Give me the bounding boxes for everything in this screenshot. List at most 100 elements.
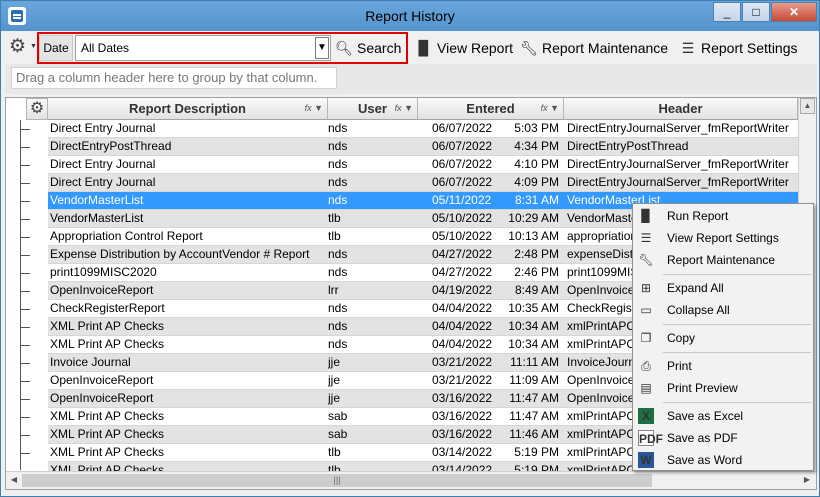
menu-item-save-as-pdf[interactable]: PDF Save as PDF <box>633 427 813 449</box>
entered-time: 11:47 AM <box>509 391 559 405</box>
entered-time: 8:49 AM <box>514 283 559 297</box>
wrench-icon: 🔧︎ <box>638 253 654 267</box>
tree-node-line <box>20 201 30 202</box>
entered-time: 11:09 AM <box>509 373 559 387</box>
tree-node-line <box>20 237 30 238</box>
document-icon: ▉ <box>418 40 430 56</box>
report-description-cell: OpenInvoiceReport <box>50 391 154 405</box>
header-cell: DirectEntryJournalServer_fmReportWriter <box>567 121 789 135</box>
entered-time: 10:34 AM <box>508 319 559 333</box>
report-settings-label: Report Settings <box>701 40 798 56</box>
group-by-panel[interactable]: Drag a column header here to group by th… <box>5 64 817 94</box>
close-button[interactable]: ✕ <box>771 2 817 22</box>
tree-node-line <box>20 309 30 310</box>
scroll-left-icon[interactable]: ◀ <box>7 474 21 487</box>
maximize-button[interactable]: □ <box>742 2 770 22</box>
report-maintenance-button[interactable]: 🔧︎ Report Maintenance <box>520 35 668 61</box>
report-settings-button[interactable]: ☰ Report Settings <box>679 35 798 61</box>
menu-item-save-as-excel[interactable]: X Save as Excel <box>633 405 813 427</box>
menu-item-report-maintenance[interactable]: 🔧︎ Report Maintenance <box>633 249 813 271</box>
collapse-icon: ▭ <box>640 303 652 317</box>
minimize-button[interactable]: _ <box>713 2 741 22</box>
search-icon: 🔍︎ <box>335 40 353 56</box>
menu-separator <box>663 352 811 353</box>
entered-cell: 04/19/2022 8:49 AM <box>432 282 564 300</box>
menu-item-print-preview[interactable]: ▤ Print Preview <box>633 377 813 399</box>
chevron-down-icon[interactable]: ▼ <box>315 37 329 59</box>
view-report-label: View Report <box>437 40 514 56</box>
entered-cell: 03/16/2022 11:47 AM <box>432 390 564 408</box>
entered-date: 04/19/2022 <box>432 283 493 297</box>
report-description-cell: Direct Entry Journal <box>50 175 156 189</box>
report-description-cell: XML Print AP Checks <box>50 409 165 423</box>
filter-icon[interactable]: fx ▼ <box>395 98 413 119</box>
header-cell: DirectEntryJournalServer_fmReportWriter <box>567 175 789 189</box>
tree-node-line <box>20 291 30 292</box>
entered-cell: 04/04/2022 10:34 AM <box>432 318 564 336</box>
entered-time: 2:48 PM <box>514 247 559 261</box>
scroll-right-icon[interactable]: ▶ <box>800 474 814 487</box>
table-row[interactable]: DirectEntryPostThread nds DirectEntryPostT… <box>48 138 798 156</box>
entered-cell: 06/07/2022 5:03 PM <box>432 120 564 138</box>
tree-node-line <box>20 327 30 328</box>
entered-date: 04/04/2022 <box>432 337 493 351</box>
report-description-cell: DirectEntryPostThread <box>50 139 172 153</box>
gear-icon[interactable]: ⚙ <box>9 37 26 57</box>
user-cell: sab <box>328 409 348 423</box>
entered-date: 04/04/2022 <box>432 301 493 315</box>
printer-icon: ⎙ <box>641 359 651 373</box>
column-header-report-description[interactable]: Report Description fx ▼ <box>48 98 328 120</box>
column-header-entered[interactable]: Entered fx ▼ <box>418 98 564 120</box>
menu-item-print[interactable]: ⎙ Print <box>633 355 813 377</box>
filter-icon[interactable]: fx ▼ <box>305 98 323 119</box>
scroll-up-icon[interactable]: ▲ <box>800 98 815 114</box>
view-report-button[interactable]: ▉ View Report <box>415 35 513 61</box>
menu-item-view-report-settings[interactable]: ☰ View Report Settings <box>633 227 813 249</box>
report-description-cell: CheckRegisterReport <box>50 301 165 315</box>
entered-date: 06/07/2022 <box>432 121 493 135</box>
entered-date: 03/16/2022 <box>432 409 493 423</box>
menu-item-collapse-all[interactable]: ▭ Collapse All <box>633 299 813 321</box>
report-description-cell: XML Print AP Checks <box>50 337 165 351</box>
menu-item-run-report[interactable]: ▉ Run Report <box>633 205 813 227</box>
expand-icon: ⊞ <box>640 281 652 295</box>
entered-time: 4:10 PM <box>514 157 559 171</box>
entered-date: 04/04/2022 <box>432 319 493 333</box>
filter-icon[interactable]: fx ▼ <box>541 98 559 119</box>
tree-node-line <box>20 345 30 346</box>
menu-item-expand-all[interactable]: ⊞ Expand All <box>633 277 813 299</box>
entered-date: 06/07/2022 <box>432 175 493 189</box>
menu-separator <box>663 324 811 325</box>
entered-time: 11:47 AM <box>509 409 559 423</box>
search-button[interactable]: 🔍︎ Search <box>335 35 401 61</box>
table-row[interactable]: Direct Entry Journal nds DirectEntryJourna… <box>48 156 798 174</box>
table-row[interactable]: Direct Entry Journal nds DirectEntryJourna… <box>48 174 798 192</box>
grid-settings-gear-icon[interactable]: ⚙ <box>26 98 48 120</box>
column-header-header[interactable]: Header <box>564 98 798 120</box>
document-icon: ▉ <box>641 209 651 223</box>
header-cell: DirectEntryPostThread <box>567 139 689 153</box>
entered-time: 10:35 AM <box>508 301 559 315</box>
horizontal-scrollbar[interactable]: ◀ ||| ▶ <box>6 471 816 489</box>
date-filter-select[interactable]: All Dates ▼ <box>75 35 331 61</box>
tree-node-line <box>20 273 30 274</box>
user-cell: sab <box>328 427 348 441</box>
user-cell: tlb <box>328 445 341 459</box>
copy-icon: ❐ <box>640 331 652 345</box>
tree-node-line <box>20 417 30 418</box>
horizontal-scroll-thumb[interactable]: ||| <box>22 474 652 487</box>
tree-node-line <box>20 219 30 220</box>
menu-item-save-as-word[interactable]: W Save as Word <box>633 449 813 471</box>
menu-item-copy[interactable]: ❐ Copy <box>633 327 813 349</box>
entered-cell: 04/04/2022 10:35 AM <box>432 300 564 318</box>
entered-cell: 06/07/2022 4:34 PM <box>432 138 564 156</box>
tree-node-line <box>20 255 30 256</box>
pdf-icon: PDF <box>638 430 663 446</box>
caret-down-icon[interactable]: ▼ <box>30 43 37 50</box>
column-header-user[interactable]: User fx ▼ <box>328 98 418 120</box>
entered-cell: 06/07/2022 4:10 PM <box>432 156 564 174</box>
title-bar[interactable]: Report History _ □ ✕ <box>1 1 819 31</box>
table-row[interactable]: Direct Entry Journal nds DirectEntryJourna… <box>48 120 798 138</box>
entered-date: 03/21/2022 <box>432 355 493 369</box>
tree-node-line <box>20 453 30 454</box>
